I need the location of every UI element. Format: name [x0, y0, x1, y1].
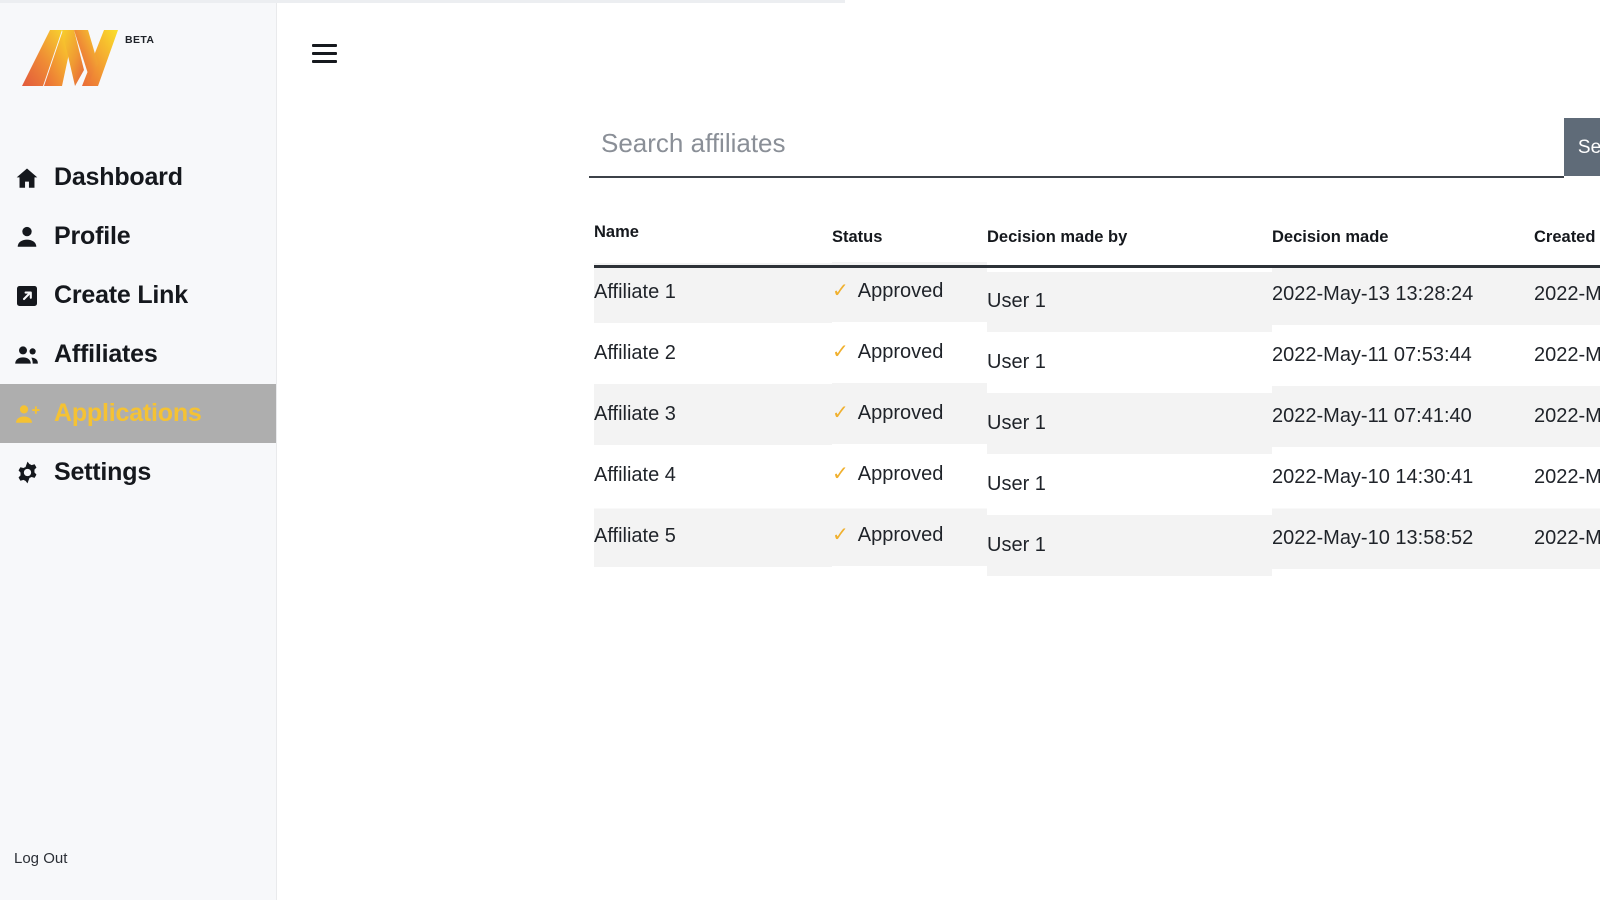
person-icon [14, 224, 40, 250]
cell-created: 2022-May-11 07:53:07 [1534, 343, 1600, 366]
search-input[interactable] [589, 118, 1564, 178]
cell-decision-made-by: User 1 [987, 350, 1046, 373]
sidebar-item-label: Settings [54, 458, 152, 486]
check-icon: ✓ [832, 401, 849, 424]
cell-status: ✓ Approved [832, 261, 987, 322]
status-label: Approved [857, 401, 944, 424]
brand-logo-area[interactable]: BETA [0, 0, 276, 130]
external-link-icon [14, 283, 40, 309]
cell-decision-made-by: User 1 [987, 290, 1046, 313]
hamburger-bar [312, 59, 337, 63]
sidebar-item-label: Profile [54, 222, 131, 250]
sidebar-item-label: Create Link [54, 281, 188, 309]
status-label: Approved [857, 523, 944, 546]
check-icon: ✓ [832, 523, 849, 546]
person-add-icon [14, 401, 40, 427]
check-icon: ✓ [832, 462, 849, 485]
cell-created: 2022-May-10 14:29:09 [1534, 465, 1600, 488]
cell-decision-made: 2022-May-11 07:53:44 [1272, 343, 1472, 366]
sidebar-item-affiliates[interactable]: Affiliates [0, 325, 276, 384]
sidebar-item-settings[interactable]: Settings [0, 443, 276, 502]
table-row[interactable]: Affiliate 2 ✓ Approved User 1 2022-May-11… [594, 327, 1600, 389]
applications-table: Name Status Decision made by Decision ma… [594, 223, 1600, 572]
applications-table-container: Name Status Decision made by Decision ma… [594, 223, 1600, 572]
cell-decision-made-by: User 1 [987, 533, 1046, 556]
cell-decision-made: 2022-May-11 07:41:40 [1272, 404, 1472, 427]
cell-status: ✓ Approved [832, 322, 987, 383]
hamburger-menu-icon[interactable] [312, 38, 342, 68]
search-bar: Search [589, 118, 1600, 178]
hamburger-bar [312, 43, 337, 47]
check-icon: ✓ [832, 340, 849, 363]
top-hairline [0, 0, 845, 3]
cell-decision-made: 2022-May-10 13:58:52 [1272, 526, 1474, 549]
cell-status: ✓ Approved [832, 505, 987, 566]
beta-badge: BETA [125, 34, 155, 46]
check-icon: ✓ [832, 280, 849, 303]
home-icon [14, 165, 40, 191]
cell-name: Affiliate 1 [594, 281, 676, 304]
cell-decision-made: 2022-May-13 13:28:24 [1272, 283, 1474, 306]
column-header-decision-made-by[interactable]: Decision made by [987, 228, 1272, 267]
app-root: BETA Dashboard Profile Create Link Affil… [0, 0, 1600, 900]
table-row[interactable]: Affiliate 1 ✓ Approved User 1 2022-May-13… [594, 266, 1600, 328]
sidebar-nav: Dashboard Profile Create Link Affiliates… [0, 148, 276, 502]
cell-status: ✓ Approved [832, 383, 987, 444]
gear-icon [14, 460, 40, 486]
main-content: Search Name Status Decision made by [277, 0, 1600, 900]
sidebar-item-label: Applications [54, 399, 202, 427]
search-button[interactable]: Search [1564, 118, 1600, 176]
table-row[interactable]: Affiliate 3 ✓ Approved User 1 2022-May-11… [594, 388, 1600, 450]
cell-created: 2022-May-10 11:41:01 [1534, 526, 1600, 549]
cell-status: ✓ Approved [832, 444, 987, 505]
av-logo-icon [22, 30, 118, 86]
status-label: Approved [857, 340, 944, 363]
cell-decision-made: 2022-May-10 14:30:41 [1272, 465, 1474, 488]
sidebar-item-profile[interactable]: Profile [0, 207, 276, 266]
cell-decision-made-by: User 1 [987, 472, 1046, 495]
sidebar: BETA Dashboard Profile Create Link Affil… [0, 0, 277, 900]
people-icon [14, 342, 40, 368]
cell-name: Affiliate 4 [594, 463, 676, 486]
table-row[interactable]: Affiliate 5 ✓ Approved User 1 2022-May-10… [594, 510, 1600, 572]
cell-name: Affiliate 5 [594, 524, 676, 547]
logout-area: Log Out [0, 850, 276, 900]
column-header-name[interactable]: Name [594, 223, 832, 262]
sidebar-item-applications[interactable]: Applications [0, 384, 276, 443]
sidebar-item-create-link[interactable]: Create Link [0, 266, 276, 325]
cell-created: 2022-May-12 18:11:56 [1534, 283, 1600, 306]
cell-name: Affiliate 2 [594, 341, 676, 364]
column-header-created[interactable]: Created [1534, 228, 1600, 267]
sidebar-item-dashboard[interactable]: Dashboard [0, 148, 276, 207]
table-row[interactable]: Affiliate 4 ✓ Approved User 1 2022-May-10… [594, 449, 1600, 511]
cell-decision-made-by: User 1 [987, 411, 1046, 434]
cell-created: 2022-May-10 17:40:11 [1534, 404, 1600, 427]
table-body: Affiliate 1 ✓ Approved User 1 2022-May-13… [594, 266, 1600, 572]
sidebar-item-label: Affiliates [54, 340, 158, 368]
logout-button[interactable]: Log Out [14, 851, 67, 866]
cell-name: Affiliate 3 [594, 402, 676, 425]
status-label: Approved [857, 280, 944, 303]
sidebar-item-label: Dashboard [54, 163, 183, 191]
hamburger-bar [312, 51, 337, 55]
column-header-decision-made[interactable]: Decision made [1272, 228, 1534, 267]
status-label: Approved [857, 462, 944, 485]
